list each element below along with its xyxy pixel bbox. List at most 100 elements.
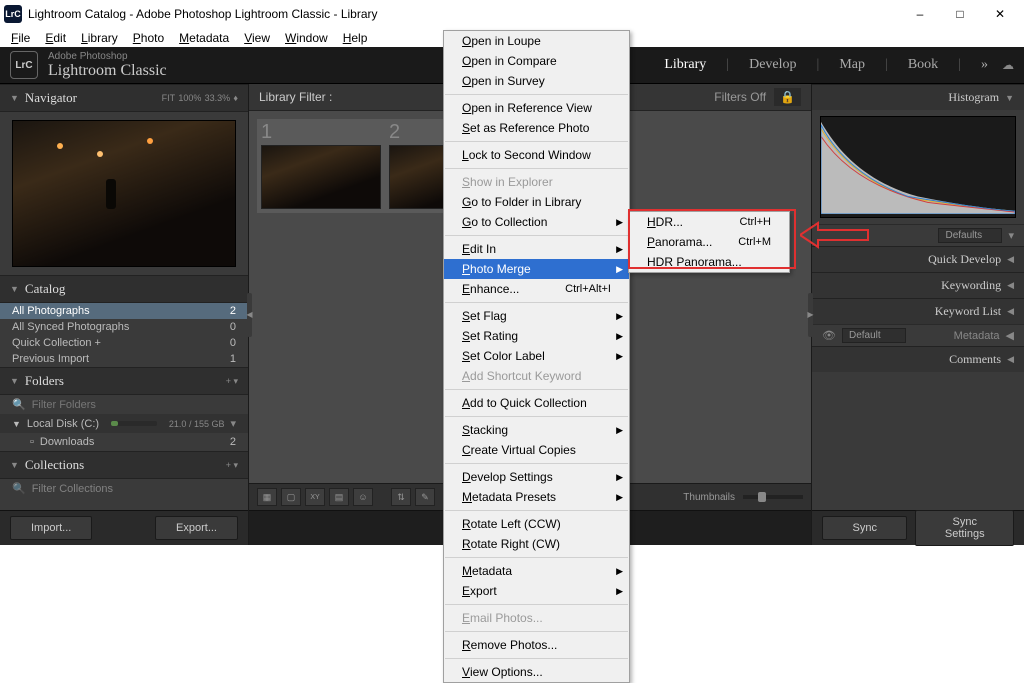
quick-develop-header[interactable]: Quick Develop◀ [812,246,1024,272]
loupe-view-icon[interactable]: ▢ [281,488,301,506]
sync-button[interactable]: Sync [822,516,907,540]
ctx-item[interactable]: Metadata Presets▶ [444,487,629,507]
menu-help[interactable]: Help [336,30,375,46]
defaults-select[interactable]: Defaults [938,228,1002,243]
filter-lock-icon[interactable]: 🔒 [774,88,801,106]
ctx-item[interactable]: Set Color Label▶ [444,346,629,366]
grid-cell[interactable]: 1 [257,119,385,213]
ctx-item[interactable]: Open in Loupe [444,31,629,51]
right-panel: Histogram ▼ Defaults ▾ Quick Develop◀ Ke… [811,84,1024,545]
ctx-item[interactable]: Photo Merge▶ [444,259,629,279]
nav-zoom-menu[interactable]: ♦ [233,93,238,103]
submenu-item[interactable]: Panorama...Ctrl+M [629,232,789,252]
ctx-item[interactable]: Open in Survey [444,71,629,91]
metadata-preset-select[interactable]: Default [842,328,906,343]
navigator-header[interactable]: ▼ Navigator FIT 100% 33.3% ♦ [0,84,248,112]
module-map[interactable]: Map [837,57,867,73]
ctx-item[interactable]: Set Rating▶ [444,326,629,346]
collections-header[interactable]: ▼ Collections + ▾ [0,451,248,479]
ctx-item[interactable]: Set Flag▶ [444,306,629,326]
module-library[interactable]: Library [662,57,708,73]
ctx-item[interactable]: Lock to Second Window [444,145,629,165]
submenu-item[interactable]: HDR...Ctrl+H [629,212,789,232]
context-menu[interactable]: Open in LoupeOpen in CompareOpen in Surv… [443,30,630,683]
module-book[interactable]: Book [906,57,940,73]
module-more[interactable]: » [979,57,990,73]
filters-off[interactable]: Filters Off [714,90,766,104]
thumbnail-size-slider[interactable] [743,495,803,499]
ctx-item[interactable]: Go to Collection▶ [444,212,629,232]
menu-edit[interactable]: Edit [38,30,73,46]
sync-settings-button[interactable]: Sync Settings [915,510,1014,546]
folder-item[interactable]: ▫ Downloads 2 [0,433,248,451]
histogram-header[interactable]: Histogram ▼ [812,84,1024,110]
folders-filter[interactable]: 🔍 Filter Folders [0,395,248,414]
left-panel-handle[interactable]: ◀ [247,293,252,337]
menu-metadata[interactable]: Metadata [172,30,236,46]
keywording-header[interactable]: Keywording◀ [812,272,1024,298]
nav-zoom1[interactable]: 100% [178,93,201,103]
volume-row[interactable]: ▼ Local Disk (C:) 21.0 / 155 GB ▾ [0,414,248,433]
ctx-item[interactable]: Stacking▶ [444,420,629,440]
grid-view-icon[interactable]: ▦ [257,488,277,506]
ctx-item[interactable]: Open in Reference View [444,98,629,118]
catalog-item-quick[interactable]: Quick Collection +0 [0,335,248,351]
metadata-title[interactable]: Metadata [954,330,1000,342]
survey-view-icon[interactable]: ▤ [329,488,349,506]
menu-photo[interactable]: Photo [126,30,171,46]
folders-add-icon[interactable]: + ▾ [226,376,238,387]
people-view-icon[interactable]: ☺ [353,488,373,506]
keyword-list-header[interactable]: Keyword List◀ [812,298,1024,324]
ctx-item[interactable]: Develop Settings▶ [444,467,629,487]
menu-library[interactable]: Library [74,30,125,46]
right-bottom-bar: Sync Sync Settings [812,510,1024,545]
ctx-item[interactable]: Rotate Left (CCW) [444,514,629,534]
dropdown-icon[interactable]: ▾ [1008,229,1014,242]
photo-merge-submenu[interactable]: HDR...Ctrl+HPanorama...Ctrl+MHDR Panoram… [628,211,790,273]
ctx-item[interactable]: Metadata▶ [444,561,629,581]
collections-filter[interactable]: 🔍 Filter Collections [0,479,248,498]
nav-fit[interactable]: FIT [162,93,176,103]
catalog-item-previous[interactable]: Previous Import1 [0,351,248,367]
comments-header[interactable]: Comments◀ [812,346,1024,372]
export-button[interactable]: Export... [155,516,238,540]
catalog-header[interactable]: ▼ Catalog [0,275,248,303]
catalog-item-all[interactable]: All Photographs2 [0,303,248,319]
ctx-item[interactable]: Set as Reference Photo [444,118,629,138]
close-button[interactable]: ✕ [980,0,1020,28]
cloud-icon[interactable]: ☁ [1002,58,1014,72]
menu-file[interactable]: File [4,30,37,46]
sort-direction-icon[interactable]: ⇅ [391,488,411,506]
submenu-item[interactable]: HDR Panorama... [629,252,789,272]
volume-menu-icon[interactable]: ▾ [230,417,236,430]
ctx-item[interactable]: Rotate Right (CW) [444,534,629,554]
ctx-item[interactable]: Open in Compare [444,51,629,71]
collections-add-icon[interactable]: + ▾ [226,460,238,471]
ctx-item[interactable]: Add to Quick Collection [444,393,629,413]
folders-header[interactable]: ▼ Folders + ▾ [0,367,248,395]
menu-view[interactable]: View [237,30,277,46]
navigator-preview[interactable] [12,120,236,267]
ctx-item[interactable]: Create Virtual Copies [444,440,629,460]
painter-icon[interactable]: ✎ [415,488,435,506]
ctx-item[interactable]: View Options... [444,662,629,682]
right-panel-handle[interactable]: ▶ [808,293,813,337]
maximize-button[interactable]: □ [940,0,980,28]
ctx-item[interactable]: Enhance...Ctrl+Alt+I [444,279,629,299]
import-button[interactable]: Import... [10,516,92,540]
menu-window[interactable]: Window [278,30,335,46]
nav-zoom2[interactable]: 33.3% [205,93,231,103]
thumbnail[interactable] [261,145,381,209]
thumbnails-label: Thumbnails [683,492,735,503]
catalog-item-synced[interactable]: All Synced Photographs0 [0,319,248,335]
module-develop[interactable]: Develop [747,57,798,73]
histogram-graph[interactable] [820,116,1016,218]
ctx-item[interactable]: Edit In▶ [444,239,629,259]
compare-view-icon[interactable]: XY [305,488,325,506]
disk-usage-bar [111,421,157,426]
ctx-item[interactable]: Export▶ [444,581,629,601]
minimize-button[interactable]: – [900,0,940,28]
eye-icon[interactable]: 👁 [822,329,836,342]
ctx-item[interactable]: Remove Photos... [444,635,629,655]
ctx-item[interactable]: Go to Folder in Library [444,192,629,212]
